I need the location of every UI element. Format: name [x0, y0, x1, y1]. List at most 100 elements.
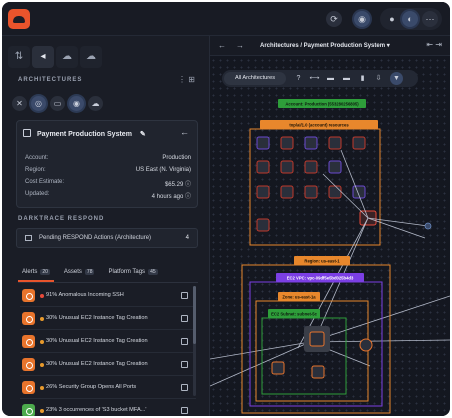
resource-node	[352, 136, 366, 150]
architecture-diagram[interactable]: Account: Production (553280256805) top/a…	[210, 36, 450, 416]
top-bar: ⟳ ◉ ● ◐ ⋯	[2, 2, 450, 36]
alert-score: 30%	[46, 338, 58, 344]
calendar-icon[interactable]	[181, 292, 188, 299]
alert-score: 23%	[46, 407, 58, 413]
tab-alerts[interactable]: Alerts 20	[22, 269, 50, 275]
alert-text: 91% Anomalous Incoming SSH	[46, 292, 124, 298]
resource-node	[304, 136, 318, 150]
tab-label: Alerts	[22, 269, 38, 275]
architecture-title: Payment Production System ✎	[23, 129, 146, 138]
refresh-icon[interactable]: ⟳	[326, 11, 342, 27]
alert-row[interactable]: 30% Unusual EC2 Instance Tag Creation	[20, 353, 196, 376]
alert-text: 26% Security Group Opens All Ports	[46, 384, 136, 390]
architecture-canvas[interactable]: ← → Architectures / Payment Production S…	[210, 36, 450, 416]
respond-count: 4	[185, 235, 189, 241]
tab-assets[interactable]: Assets 78	[64, 269, 95, 275]
vpc-label: EC2 VPC: vpc-09df5e5bd025b4d3	[287, 276, 354, 281]
app-window: ⟳ ◉ ● ◐ ⋯ ⇅ ◂ ☁ ☁ ARCHITECTURES ⋮ ⊞ ✕ ◎ …	[2, 2, 450, 416]
person-filter-icon[interactable]: ◉	[69, 96, 84, 111]
left-tabs: ⇅ ◂ ☁ ☁	[8, 46, 102, 68]
connections	[210, 149, 450, 387]
alert-title: Unusual EC2 Instance Tag Creation	[58, 315, 148, 321]
resource-node	[280, 136, 294, 150]
target-filter-icon[interactable]: ◎	[31, 96, 46, 111]
respond-icon	[25, 235, 32, 241]
chat-filter-icon[interactable]: ▭	[50, 96, 65, 111]
moon-icon[interactable]: ◐	[402, 11, 418, 27]
cloud-logo-icon[interactable]	[8, 9, 30, 29]
severity-dot	[40, 317, 44, 321]
severity-dot	[40, 386, 44, 390]
alert-icon	[22, 335, 35, 348]
calendar-icon[interactable]	[181, 315, 188, 322]
instance-node	[271, 361, 285, 375]
cloud-filter-icon[interactable]: ☁	[88, 96, 103, 111]
view-toggle-icon[interactable]: ⋮ ⊞	[178, 75, 198, 84]
az-label: Zone: us-east-1a	[282, 295, 316, 300]
field-value: Production	[162, 155, 191, 161]
resource-node	[256, 218, 270, 232]
clear-filter-icon[interactable]: ✕	[12, 96, 27, 111]
respond-label: Pending RESPOND Actions (Architecture)	[39, 235, 152, 241]
calendar-icon[interactable]	[181, 361, 188, 368]
region-label: Region: us-east-1	[304, 259, 340, 264]
external-node	[424, 222, 432, 230]
alert-icon	[22, 358, 35, 371]
field-value: US East (N. Virginia)	[135, 167, 191, 173]
dot-icon[interactable]: ●	[384, 11, 400, 27]
alert-text: 23% 3 occurrences of 'S3 bucket MFA...'	[46, 407, 146, 413]
alert-icon	[22, 404, 35, 416]
divider	[18, 282, 198, 283]
filter-icon-row: ✕ ◎ ▭ ◉ ☁	[12, 96, 103, 111]
tab-cloud-icon[interactable]: ☁	[56, 46, 78, 68]
severity-dot	[40, 409, 44, 413]
alert-title: Unusual EC2 Instance Tag Creation	[58, 361, 148, 367]
alert-row[interactable]: 26% Security Group Opens All Ports	[20, 376, 196, 399]
field-label: Cost Estimate:	[25, 179, 65, 185]
tab-collapse-icon[interactable]: ◂	[32, 46, 54, 68]
field-value: $65.29 ⓘ	[164, 182, 191, 188]
severity-dot	[40, 294, 44, 298]
architecture-name: Payment Production System	[37, 131, 132, 138]
resource-group-label: top/ai/1.0 (account) resources	[289, 123, 349, 128]
field-updated: Updated: 4 hours ago ⓘ	[25, 191, 191, 200]
resource-node	[328, 160, 342, 174]
alert-tabs: Alerts 20 Assets 78 Platform Tags 45	[22, 269, 158, 275]
calendar-icon[interactable]	[181, 338, 188, 345]
respond-actions-row[interactable]: Pending RESPOND Actions (Architecture) 4	[16, 228, 198, 248]
alert-list: 91% Anomalous Incoming SSH 30% Unusual E…	[20, 284, 196, 416]
alert-text: 30% Unusual EC2 Instance Tag Creation	[46, 361, 148, 367]
user-circle-icon[interactable]: ◉	[354, 11, 370, 27]
resource-node	[280, 185, 294, 199]
field-cost: Cost Estimate: $65.29 ⓘ	[25, 179, 191, 188]
calendar-icon[interactable]	[181, 384, 188, 391]
subnet-label: EC2 Subnet: subnet-5c	[271, 312, 318, 317]
alert-row[interactable]: 23% 3 occurrences of 'S3 bucket MFA...'	[20, 399, 196, 416]
calendar-icon[interactable]	[181, 407, 188, 414]
theme-toggle[interactable]: ● ◐ ⋯	[380, 8, 442, 30]
alert-score: 26%	[46, 384, 58, 390]
section-title-architectures: ARCHITECTURES	[18, 77, 83, 83]
alert-row[interactable]: 91% Anomalous Incoming SSH	[20, 284, 196, 307]
instance-node	[311, 365, 325, 379]
alert-row[interactable]: 30% Unusual EC2 Instance Tag Creation	[20, 307, 196, 330]
tab-cloud-alt-icon[interactable]: ☁	[80, 46, 102, 68]
tab-sort-icon[interactable]: ⇅	[8, 46, 30, 68]
alert-scroll-thumb[interactable]	[193, 286, 196, 344]
resource-node	[328, 136, 342, 150]
resource-node	[256, 136, 270, 150]
tab-label: Assets	[63, 269, 82, 275]
resource-icons	[256, 136, 377, 232]
back-arrow-icon[interactable]: ←	[180, 127, 189, 137]
field-value: 4 hours ago ⓘ	[151, 194, 191, 200]
resource-node	[256, 185, 270, 199]
alert-title: Anomalous Incoming SSH	[58, 292, 124, 298]
alert-row[interactable]: 30% Unusual EC2 Instance Tag Creation	[20, 330, 196, 353]
severity-dot	[40, 363, 44, 367]
menu-icon[interactable]: ⋯	[422, 11, 438, 27]
tab-platform-tags[interactable]: Platform Tags 45	[108, 269, 158, 275]
alert-text: 30% Unusual EC2 Instance Tag Creation	[46, 338, 148, 344]
alert-title: Unusual EC2 Instance Tag Creation	[58, 338, 148, 344]
architecture-icon	[23, 129, 31, 137]
edit-icon[interactable]: ✎	[140, 131, 146, 138]
